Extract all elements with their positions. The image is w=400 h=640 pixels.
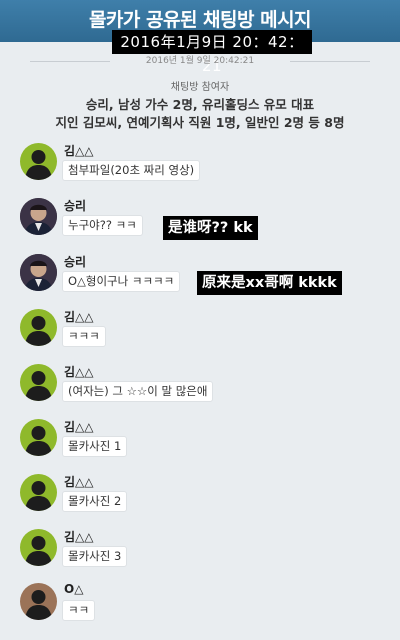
sender-name: O△ xyxy=(64,582,84,596)
default-avatar-icon[interactable] xyxy=(20,309,57,346)
message-bubble[interactable]: ㅋㅋ xyxy=(62,600,96,621)
message-bubble[interactable]: 첨부파일(20초 짜리 영상) xyxy=(62,160,201,181)
chat-message: 김△△ 몰카사진 3 xyxy=(20,529,390,577)
default-avatar-icon[interactable] xyxy=(20,419,57,456)
participants-line-2: 지인 김모씨, 연예기획사 직원 1명, 일반인 2명 등 8명 xyxy=(55,115,345,130)
sender-name: 김△△ xyxy=(64,420,94,434)
profile-photo-avatar[interactable] xyxy=(20,254,57,291)
message-bubble[interactable]: (여자는) 그 ☆☆이 말 많은애 xyxy=(62,381,214,402)
sender-name: 김△△ xyxy=(64,530,94,544)
timestamp-overlay: 2016年1月9日 20：42：21 xyxy=(112,30,312,75)
chat-message: 김△△ 몰카사진 1 xyxy=(20,419,390,467)
participants-line-1: 승리, 남성 가수 2명, 유리홀딩스 유모 대표 xyxy=(85,97,315,112)
sender-name: 김△△ xyxy=(64,475,94,489)
message-bubble[interactable]: 몰카사진 2 xyxy=(62,491,128,512)
message-bubble[interactable]: 누구야?? ㅋㅋ xyxy=(62,215,143,236)
translation-subtitle: 是谁呀?? kk xyxy=(163,216,258,240)
participants-title: 채팅방 참여자 xyxy=(170,82,230,93)
chat-message: 김△△ 첨부파일(20초 짜리 영상) xyxy=(20,143,390,191)
default-avatar-icon[interactable] xyxy=(20,583,57,620)
default-avatar-icon[interactable] xyxy=(20,529,57,566)
sender-name: 김△△ xyxy=(64,310,94,324)
default-avatar-icon[interactable] xyxy=(20,474,57,511)
message-bubble[interactable]: O△형이구나 ㅋㅋㅋㅋ xyxy=(62,271,181,292)
sender-name: 승리 xyxy=(64,255,87,269)
sender-name: 승리 xyxy=(64,199,87,213)
chat-message: O△ ㅋㅋ xyxy=(20,582,390,631)
default-avatar-icon[interactable] xyxy=(20,143,57,180)
message-bubble[interactable]: 몰카사진 3 xyxy=(62,546,128,567)
chat-message: 김△△ (여자는) 그 ☆☆이 말 많은애 xyxy=(20,364,390,412)
default-avatar-icon[interactable] xyxy=(20,364,57,401)
message-bubble[interactable]: ㅋㅋㅋ xyxy=(62,326,106,347)
translation-subtitle: 原来是xx哥啊 kkkk xyxy=(197,271,342,295)
date-divider: 2016년 1월 9일 20:42:21 xyxy=(30,54,370,68)
sender-name: 김△△ xyxy=(64,365,94,379)
message-bubble[interactable]: 몰카사진 1 xyxy=(62,436,128,457)
sender-name: 김△△ xyxy=(64,144,94,158)
chat-message: 김△△ 몰카사진 2 xyxy=(20,474,390,522)
profile-photo-avatar[interactable] xyxy=(20,198,57,235)
chat-message: 김△△ ㅋㅋㅋ xyxy=(20,309,390,357)
